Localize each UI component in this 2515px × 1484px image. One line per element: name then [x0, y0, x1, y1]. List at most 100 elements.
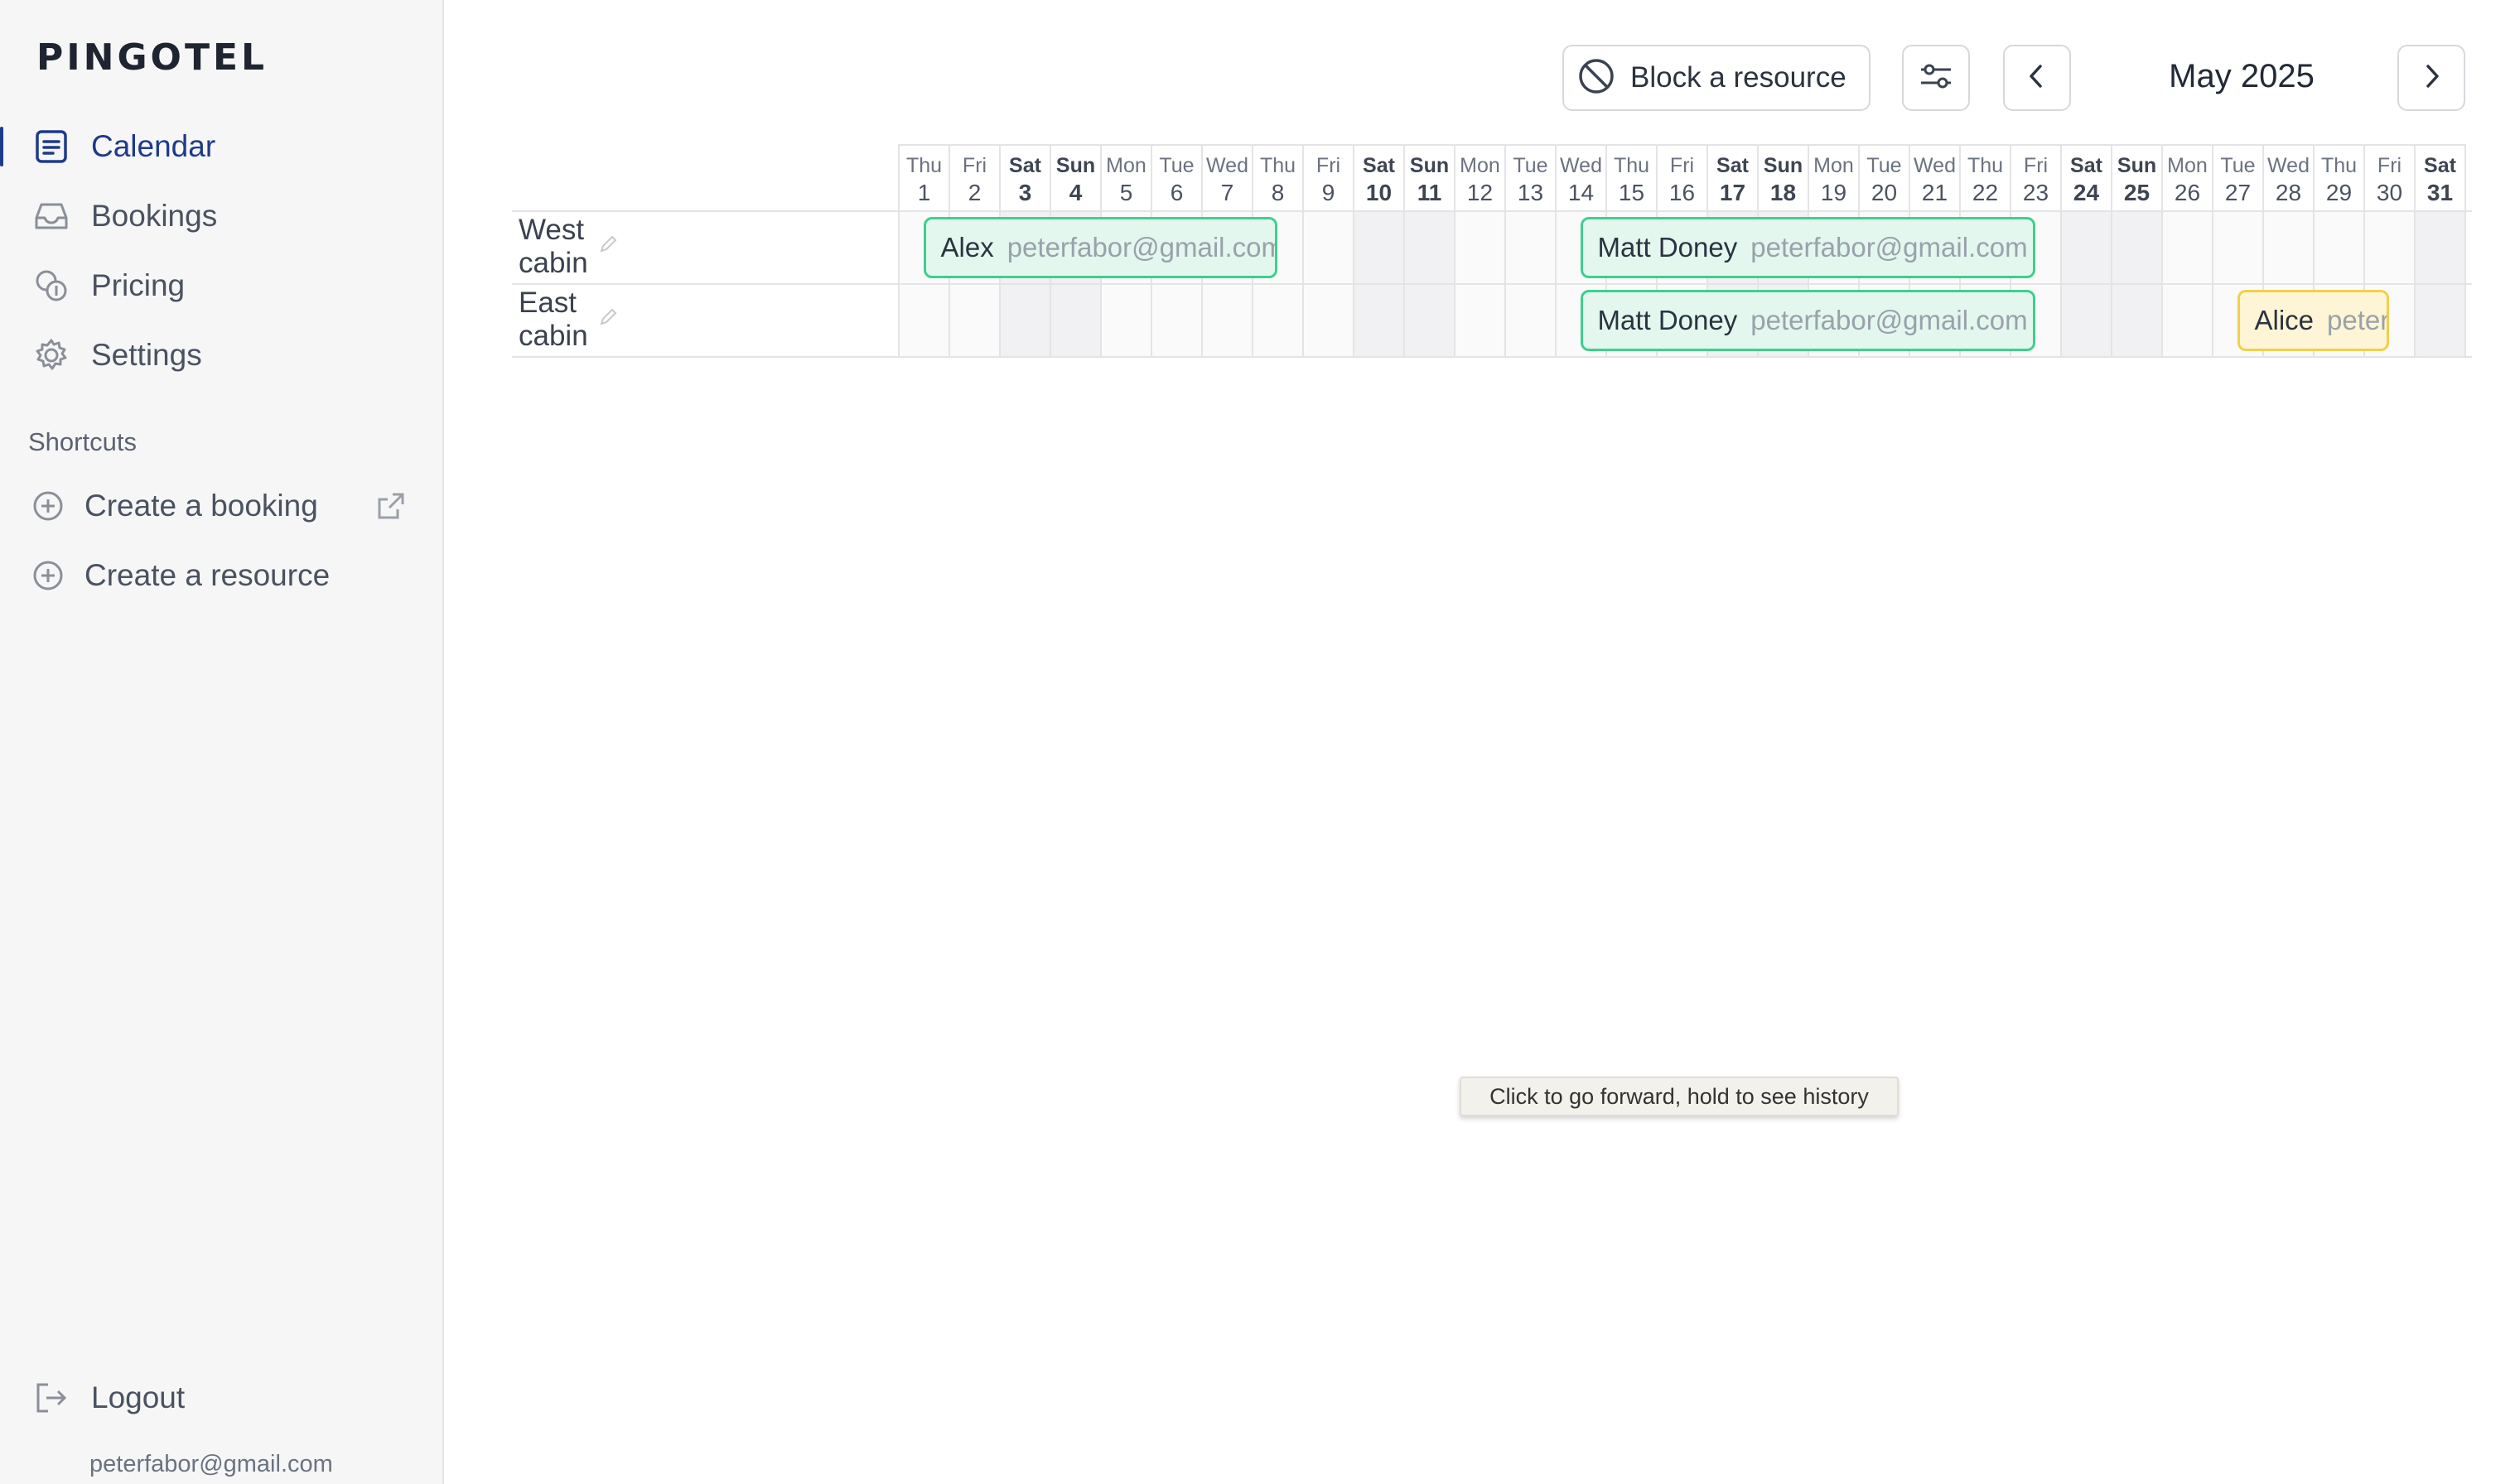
- calendar-cell[interactable]: [2111, 212, 2161, 283]
- booking-guest-name: Alice: [2254, 305, 2315, 335]
- calendar-cell[interactable]: [2414, 285, 2464, 356]
- day-number: 28: [2275, 180, 2302, 205]
- day-number: 6: [1170, 180, 1184, 205]
- resource-row-label[interactable]: West cabin: [519, 210, 620, 283]
- day-number: 31: [2426, 180, 2454, 205]
- calendar-cell[interactable]: [2060, 285, 2111, 356]
- shortcut-create-resource[interactable]: Create a resource: [0, 549, 444, 602]
- day-name: Wed: [1206, 154, 1248, 177]
- calendar-cell[interactable]: [2313, 212, 2363, 283]
- day-name: Sat: [2070, 154, 2102, 177]
- day-number: 11: [1417, 180, 1442, 205]
- shortcuts-title: Shortcuts: [28, 427, 137, 456]
- logout-icon: [33, 1380, 70, 1416]
- booking-bar[interactable]: Matt Doney peterfabor@gmail.com: [1580, 217, 2035, 278]
- day-name: Mon: [1813, 154, 1854, 177]
- calendar-cell[interactable]: [1050, 285, 1100, 356]
- filter-button[interactable]: [1902, 45, 1970, 111]
- day-header: Tue 6: [1151, 144, 1201, 210]
- sidebar: PINGOTEL Calendar Bookings Pricing Setti…: [0, 0, 444, 1484]
- calendar-cell[interactable]: [2363, 212, 2414, 283]
- sidebar-item-bookings[interactable]: Bookings: [0, 190, 444, 243]
- previous-month-button[interactable]: [2003, 45, 2071, 111]
- booking-guest-email: peterfabor@gmail.com: [1006, 232, 1277, 263]
- calendar-cell[interactable]: [949, 285, 999, 356]
- calendar-cell[interactable]: [1151, 285, 1201, 356]
- calendar-cell[interactable]: [2060, 212, 2111, 283]
- day-name: Fri: [2023, 154, 2049, 177]
- day-name: Sat: [1009, 154, 1041, 177]
- logout-button[interactable]: Logout: [0, 1371, 444, 1424]
- calendar-cell[interactable]: [2161, 212, 2212, 283]
- calendar-cell[interactable]: [2111, 285, 2161, 356]
- calendar-cell[interactable]: [1504, 285, 1555, 356]
- day-name: Fri: [962, 154, 987, 177]
- tooltip: Click to go forward, hold to see history: [1460, 1077, 1899, 1116]
- calendar-cell[interactable]: [999, 285, 1050, 356]
- booking-bar[interactable]: Alex peterfabor@gmail.com: [923, 217, 1277, 278]
- calendar-cell[interactable]: [2161, 285, 2212, 356]
- day-name: Sat: [1716, 154, 1749, 177]
- inbox-icon: [33, 198, 70, 234]
- calendar-cell[interactable]: [1454, 212, 1504, 283]
- calendar-cell[interactable]: [1353, 285, 1403, 356]
- sidebar-item-pricing[interactable]: Pricing: [0, 259, 444, 312]
- booking-bar[interactable]: Alice peterfabor@gmail.com: [2237, 290, 2389, 351]
- day-header: Fri 23: [2010, 144, 2060, 210]
- calendar-cell[interactable]: [1403, 212, 1454, 283]
- chevron-right-icon: [2416, 61, 2446, 95]
- day-number: 21: [1921, 180, 1948, 205]
- gear-icon: [33, 337, 70, 373]
- calendar-cell[interactable]: [2212, 212, 2262, 283]
- day-header: Sun 4: [1050, 144, 1100, 210]
- calendar-cell[interactable]: [1302, 212, 1353, 283]
- calendar-cell[interactable]: [1454, 285, 1504, 356]
- day-header: Fri 9: [1302, 144, 1353, 210]
- external-link-icon[interactable]: [374, 489, 408, 523]
- calendar-cell[interactable]: [2414, 212, 2464, 283]
- calendar-cell[interactable]: [1403, 285, 1454, 356]
- pencil-icon[interactable]: [596, 230, 620, 263]
- day-name: Tue: [1866, 154, 1902, 177]
- calendar-cell[interactable]: [1504, 212, 1555, 283]
- active-indicator: [0, 127, 3, 166]
- day-name: Mon: [2167, 154, 2208, 177]
- block-icon: [1577, 57, 1615, 99]
- sidebar-item-calendar[interactable]: Calendar: [0, 120, 444, 173]
- day-header: Sun 25: [2111, 144, 2161, 210]
- day-header: Mon 19: [1808, 144, 1858, 210]
- day-number: 5: [1119, 180, 1133, 205]
- calendar-cell[interactable]: [1252, 285, 1302, 356]
- day-number: 14: [1567, 180, 1595, 205]
- booking-guest-email: peterfabor@gmail.com: [2327, 305, 2389, 335]
- resource-row-label[interactable]: East cabin: [519, 283, 620, 356]
- calendar-cell[interactable]: [1100, 285, 1151, 356]
- next-month-button[interactable]: [2397, 45, 2465, 111]
- day-number: 27: [2224, 180, 2252, 205]
- block-resource-button[interactable]: Block a resource: [1562, 45, 1871, 111]
- day-number: 12: [1466, 180, 1494, 205]
- day-number: 16: [1668, 180, 1696, 205]
- plus-circle-icon: [31, 559, 65, 592]
- day-name: Sun: [1055, 154, 1096, 177]
- day-header: Mon 12: [1454, 144, 1504, 210]
- day-name: Thu: [1613, 154, 1650, 177]
- calendar-cell[interactable]: [1201, 285, 1252, 356]
- booking-bar[interactable]: Matt Doney peterfabor@gmail.com: [1580, 290, 2035, 351]
- calendar-cell[interactable]: [898, 285, 949, 356]
- day-header: Sun 18: [1757, 144, 1808, 210]
- day-name: Fri: [2377, 154, 2402, 177]
- block-resource-label: Block a resource: [1630, 61, 1846, 94]
- sliders-icon: [1918, 58, 1954, 99]
- month-title: May 2025: [2169, 58, 2315, 94]
- day-name: Fri: [1669, 154, 1695, 177]
- day-header: Tue 20: [1858, 144, 1909, 210]
- sidebar-item-label: Settings: [91, 338, 202, 372]
- pencil-icon[interactable]: [596, 303, 620, 336]
- shortcut-create-booking[interactable]: Create a booking: [0, 479, 444, 532]
- sidebar-item-settings[interactable]: Settings: [0, 329, 444, 382]
- calendar-cell[interactable]: [1353, 212, 1403, 283]
- calendar-cell[interactable]: [2262, 212, 2313, 283]
- calendar-cell[interactable]: [1302, 285, 1353, 356]
- sidebar-item-label: Bookings: [91, 199, 218, 233]
